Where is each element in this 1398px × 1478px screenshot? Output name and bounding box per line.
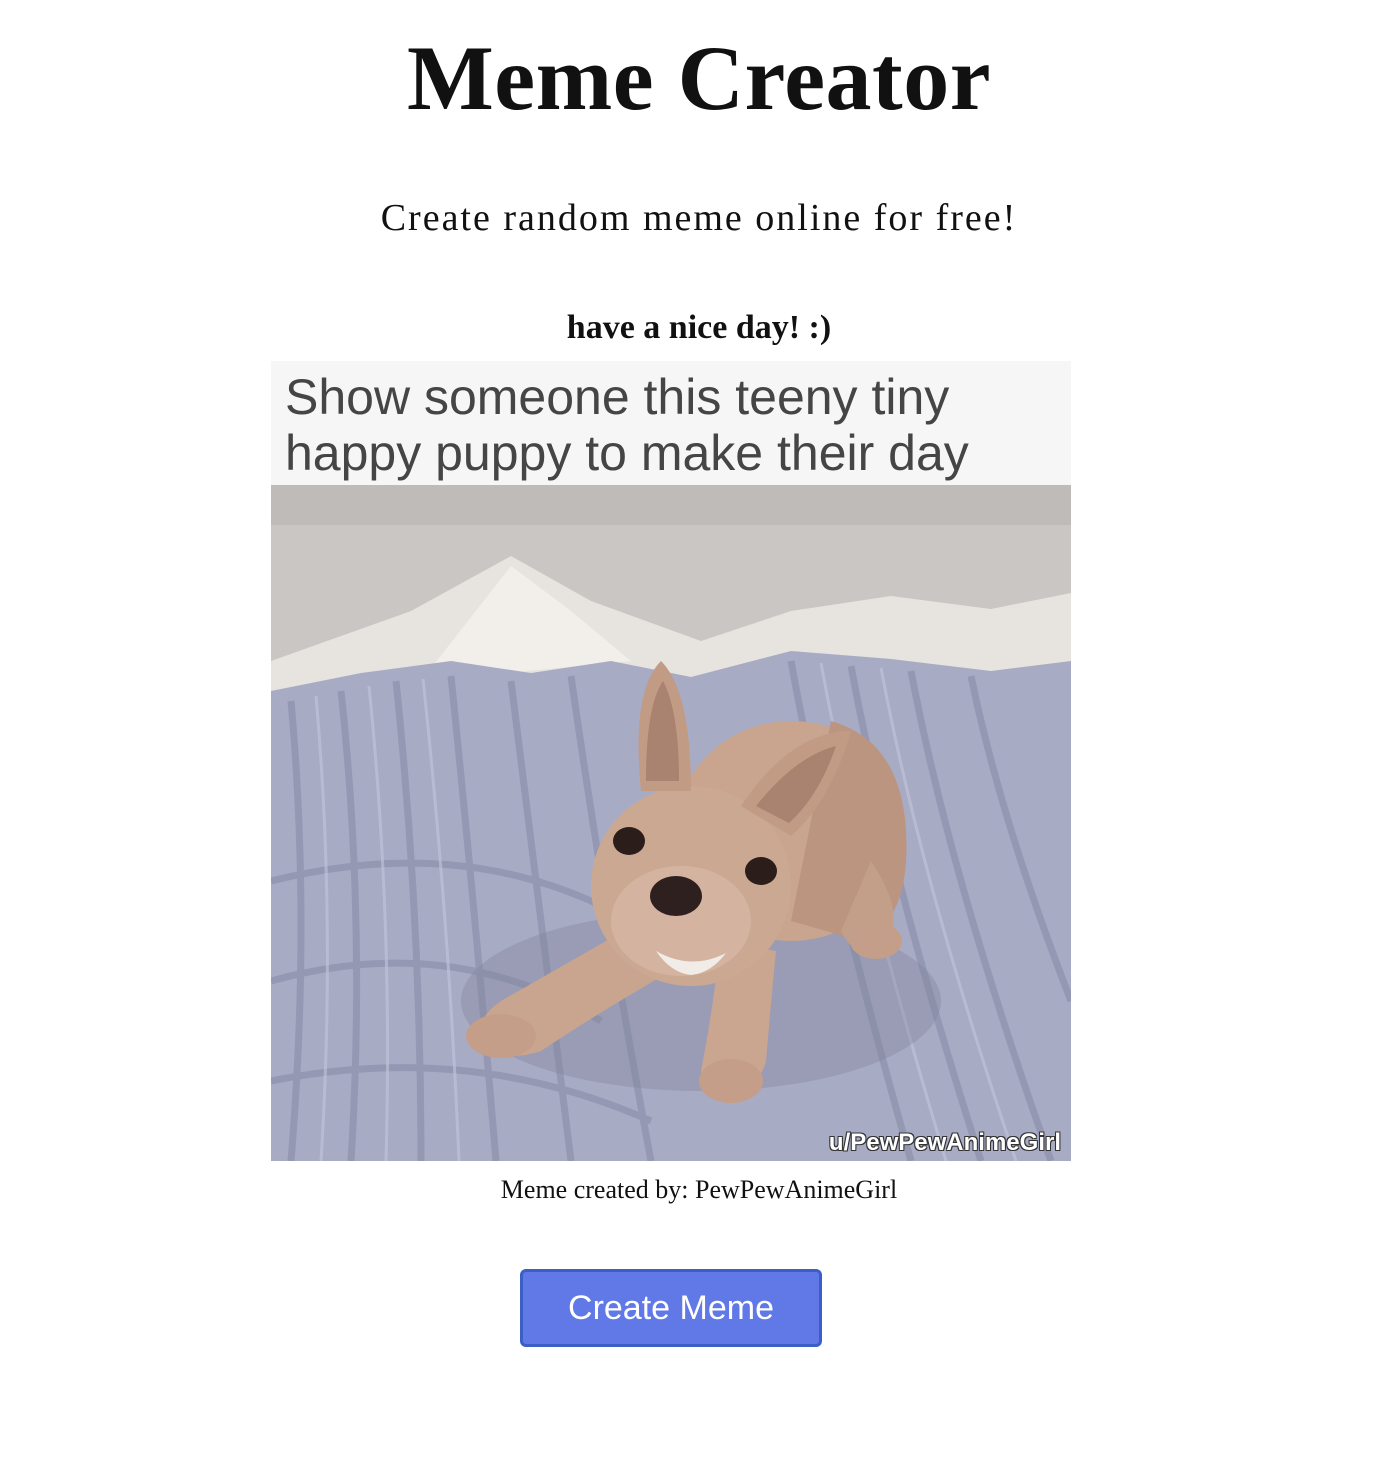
puppy-illustration <box>271 361 1071 1161</box>
meme-caption: have a nice day! :) <box>566 309 832 346</box>
meme-credit: Meme created by: PewPewAnimeGirl <box>500 1175 898 1204</box>
meme-image-text: Show someone this teeny tiny happy puppy… <box>285 369 969 481</box>
create-meme-button[interactable]: Create Meme <box>520 1269 822 1347</box>
meme-watermark: u/PewPewAnimeGirl <box>828 1129 1061 1156</box>
page: Meme Creator Create random meme online f… <box>0 0 1398 1478</box>
page-subtitle: Create random meme online for free! <box>380 197 1018 239</box>
meme-image: Show someone this teeny tiny happy puppy… <box>271 361 1071 1161</box>
page-title: Meme Creator <box>406 27 992 129</box>
